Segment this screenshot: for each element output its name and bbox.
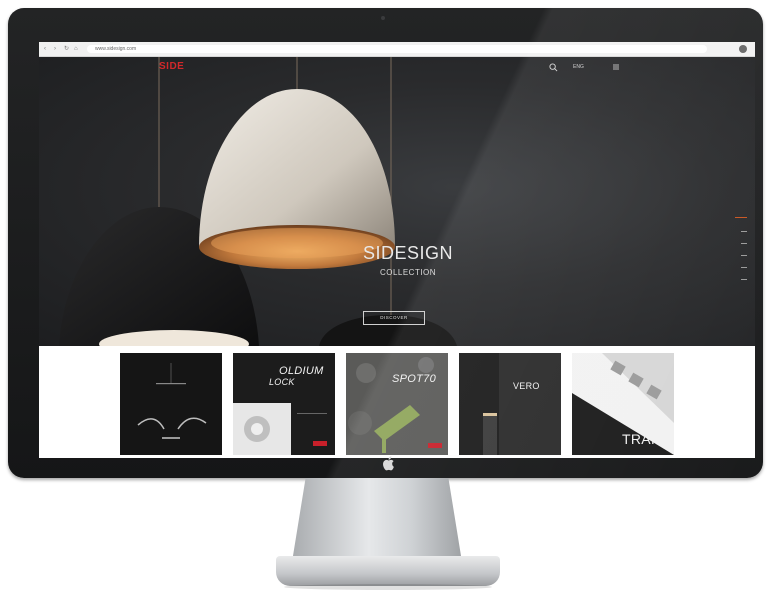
url-text: www.sidesign.com xyxy=(95,46,137,52)
catalog-badge xyxy=(428,443,442,448)
camera-icon xyxy=(381,16,385,20)
site-logo[interactable]: SIDE xyxy=(159,62,184,72)
slide-indicator-active[interactable] xyxy=(735,217,747,218)
forward-arrow-icon[interactable]: › xyxy=(54,46,60,52)
slide-indicator[interactable] xyxy=(741,231,747,232)
home-icon[interactable]: ⌂ xyxy=(74,46,80,52)
back-arrow-icon[interactable]: ‹ xyxy=(44,46,50,52)
slide-indicator[interactable] xyxy=(741,243,747,244)
catalog-cover-image xyxy=(346,353,448,455)
apple-logo-icon xyxy=(383,456,394,471)
catalog-card[interactable]: SPOT70 xyxy=(346,353,448,455)
stand-shadow xyxy=(284,584,492,590)
catalog-card[interactable]: OLDIUM LOCK xyxy=(233,353,335,455)
catalog-card[interactable] xyxy=(120,353,222,455)
catalog-cover-image xyxy=(459,353,561,455)
slide-indicator[interactable] xyxy=(741,279,747,280)
monitor-stand-neck xyxy=(292,478,462,562)
monitor-stand-base xyxy=(276,556,500,586)
slide-indicators xyxy=(735,217,747,297)
browser-toolbar: ‹ › ↻ ⌂ www.sidesign.com xyxy=(39,42,755,57)
catalog-badge xyxy=(313,441,327,446)
catalog-title: VERO xyxy=(513,381,540,391)
hero-banner: SIDE ENG SIDESIGN COLLECTION DISCOVER xyxy=(39,57,755,346)
catalog-strip: OLDIUM LOCK SPOT70 VERO TRAIL xyxy=(39,346,755,458)
catalog-title: OLDIUM xyxy=(279,365,324,377)
catalog-card[interactable]: TRAIL xyxy=(572,353,674,455)
language-selector[interactable]: ENG xyxy=(573,63,584,71)
address-bar[interactable]: www.sidesign.com xyxy=(87,45,707,53)
menu-icon[interactable] xyxy=(613,64,619,70)
slide-indicator[interactable] xyxy=(741,255,747,256)
catalog-title: SPOT70 xyxy=(392,373,436,385)
search-icon[interactable] xyxy=(549,63,558,72)
slide-indicator[interactable] xyxy=(741,267,747,268)
catalog-cover-image xyxy=(137,363,207,439)
browser-menu-icon[interactable] xyxy=(739,45,747,53)
hero-subtitle: COLLECTION xyxy=(379,268,437,277)
catalog-label: LOCK xyxy=(269,377,295,387)
hero-title: SIDESIGN xyxy=(362,243,454,263)
screen: ‹ › ↻ ⌂ www.sidesign.com SIDE ENG SIDESI… xyxy=(39,42,755,458)
monitor-frame: ‹ › ↻ ⌂ www.sidesign.com SIDE ENG SIDESI… xyxy=(8,8,763,478)
reload-icon[interactable]: ↻ xyxy=(64,46,70,52)
hero-lamps-image xyxy=(59,57,457,346)
catalog-title: TRAIL xyxy=(622,431,664,447)
catalog-card[interactable]: VERO xyxy=(459,353,561,455)
discover-button[interactable]: DISCOVER xyxy=(363,311,425,325)
